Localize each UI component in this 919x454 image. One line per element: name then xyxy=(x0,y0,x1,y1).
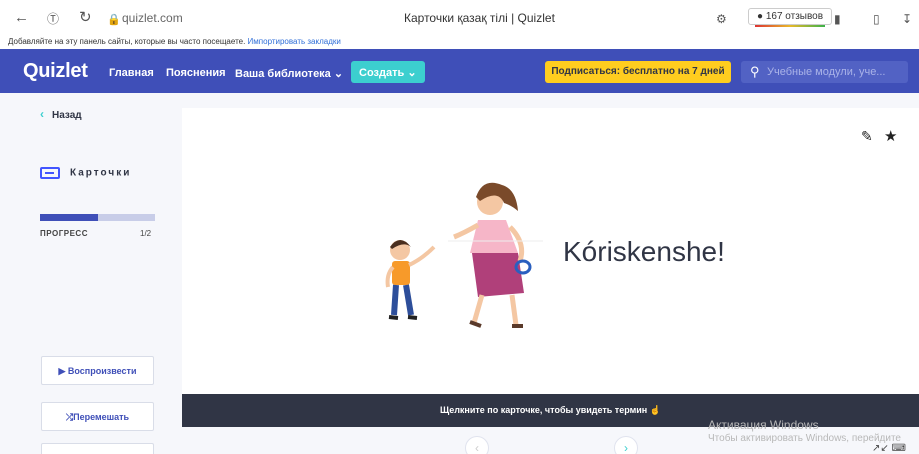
nav-explanations[interactable]: Пояснения xyxy=(166,67,226,79)
browser-toolbar: ← Ⓣ ↻ 🔒 quizlet.com Карточки қазақ тілі … xyxy=(0,0,919,35)
nav-library[interactable]: Ваша библиотека ⌄ xyxy=(235,67,343,80)
shuffle-button[interactable]: ⤮Перемешать xyxy=(41,402,154,431)
card-term: Kóriskenshe! xyxy=(563,236,725,267)
subscribe-button[interactable]: Подписаться: бесплатно на 7 дней xyxy=(545,61,731,83)
watermark-title: Активация Windows xyxy=(708,418,819,432)
chevron-down-icon: ⌄ xyxy=(333,68,344,80)
play-label: Воспроизвести xyxy=(67,366,137,376)
nav-library-label: Ваша библиотека xyxy=(235,68,331,80)
edit-icon[interactable]: ✎ xyxy=(861,128,873,145)
download-icon[interactable]: ↧ xyxy=(902,10,912,28)
progress-count: 1/2 xyxy=(140,229,152,238)
site-header: Quizlet Главная Пояснения Ваша библиотек… xyxy=(0,49,919,93)
study-sidebar: ‹ Назад Карточки ПРОГРЕСС 1/2 ▶ Воспроизв… xyxy=(0,93,167,454)
search-icon: ⚲ xyxy=(750,64,760,79)
create-label: Создать xyxy=(359,67,405,79)
windows-activation-watermark: Активация Windows Чтобы активировать Win… xyxy=(708,418,901,446)
card-illustration xyxy=(378,175,543,335)
next-card-button[interactable]: › xyxy=(614,436,638,454)
next-sidebar-button[interactable] xyxy=(41,443,154,454)
play-icon: ▶ xyxy=(58,366,66,376)
bookmark-icon[interactable]: ▮ xyxy=(834,10,841,28)
translate-icon[interactable]: ⚙ xyxy=(716,10,727,28)
back-arrow-icon[interactable]: ← xyxy=(14,9,29,27)
import-bookmarks-link[interactable]: Импортировать закладки xyxy=(248,37,341,46)
rating-bar xyxy=(755,25,826,27)
progress-label: ПРОГРЕСС xyxy=(40,229,88,238)
prev-card-button[interactable]: ‹ xyxy=(465,436,489,454)
chevron-right-icon: › xyxy=(624,441,628,454)
address-bar[interactable]: quizlet.com xyxy=(122,11,183,25)
bookmarks-bar: Добавляйте на эту панель сайты, которые … xyxy=(0,35,919,49)
reload-icon[interactable]: ↻ xyxy=(79,9,92,27)
reviews-badge[interactable]: ● 167 отзывов xyxy=(748,8,833,27)
star-icon[interactable]: ★ xyxy=(884,127,897,145)
progress-fill xyxy=(40,214,98,221)
bookmarks-prompt: Добавляйте на эту панель сайты, которые … xyxy=(8,37,246,46)
mode-selector[interactable]: Карточки xyxy=(40,167,131,179)
search-input[interactable]: ⚲ Учебные модули, уче... xyxy=(741,61,908,83)
hand-icon: ☝ xyxy=(649,405,661,415)
shuffle-label: Перемешать xyxy=(73,412,130,422)
quizlet-logo[interactable]: Quizlet xyxy=(23,60,88,83)
chevron-left-icon: ‹ xyxy=(475,441,479,454)
progress-bar xyxy=(40,214,155,221)
chevron-left-icon: ‹ xyxy=(40,107,44,121)
reviews-count: 167 отзывов xyxy=(765,11,824,22)
create-button[interactable]: Создать ⌄ xyxy=(351,61,425,83)
page-tab-title: Карточки қазақ тілі | Quizlet xyxy=(404,11,555,25)
lock-icon: 🔒 xyxy=(107,14,121,26)
mode-label: Карточки xyxy=(70,167,132,179)
back-link[interactable]: ‹ Назад xyxy=(40,107,82,121)
hint-text: Щелкните по карточке, чтобы увидеть терм… xyxy=(440,405,648,415)
extension-icon[interactable]: Ⓣ xyxy=(47,10,59,28)
nav-home[interactable]: Главная xyxy=(109,67,154,79)
card-icon xyxy=(40,167,60,179)
flashcard[interactable] xyxy=(182,108,919,394)
search-placeholder: Учебные модули, уче... xyxy=(767,66,886,78)
battery-icon[interactable]: ▯ xyxy=(873,10,880,28)
fullscreen-icon[interactable]: ↗↙ ⌨ xyxy=(872,443,906,454)
play-button[interactable]: ▶ Воспроизвести xyxy=(41,356,154,385)
chevron-down-icon: ⌄ xyxy=(407,67,417,79)
back-label: Назад xyxy=(52,110,82,121)
